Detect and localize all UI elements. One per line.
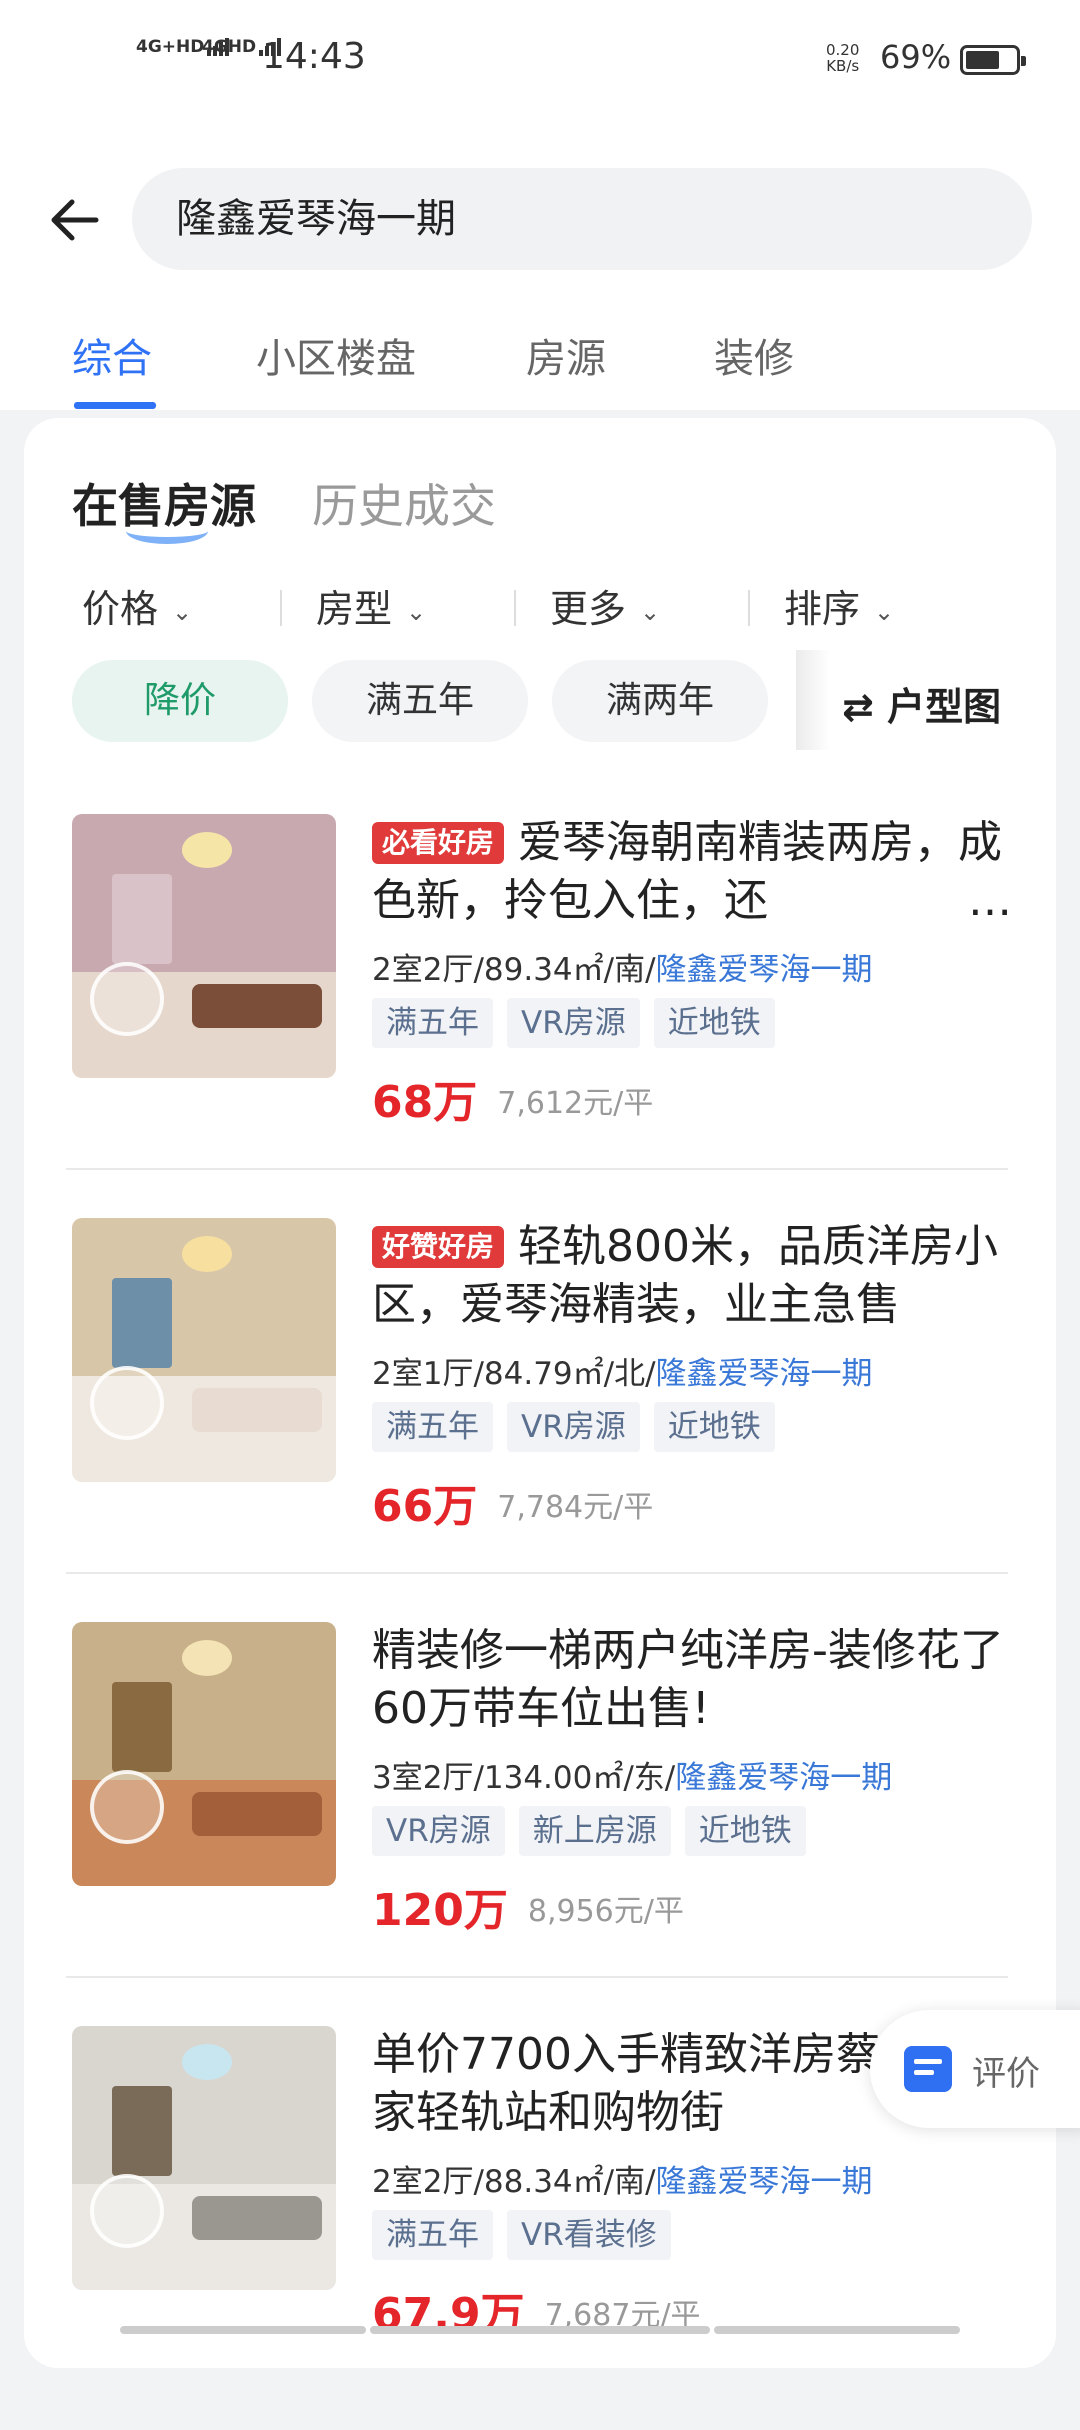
filter-more[interactable]: 更多 ⌄ [550,578,660,633]
divider [280,590,282,626]
listing-title: 精装修一梯两户纯洋房-装修花了60万带车位出售! [372,1625,1004,1734]
scroll-indicator [370,2326,710,2334]
chevron-down-icon: ⌄ [172,597,193,626]
community-link[interactable]: 隆鑫爱琴海一期 [656,1356,873,1392]
review-label: 评价 [972,2054,1040,2094]
scroll-indicator [120,2326,366,2334]
listing-info: 3室2厅/134.00㎡/东/隆鑫爱琴海一期 [372,1760,893,1796]
tag: 近地铁 [684,1806,806,1856]
tag: 新上房源 [518,1806,671,1856]
chat-icon [904,2046,952,2092]
scroll-indicator [714,2326,960,2334]
chevron-down-icon: ⌄ [406,597,427,626]
divider [66,1168,1008,1170]
status-bar: 4G+HD 4GHD 14:43 0.20 KB/s 69% [0,0,1080,120]
tag-list: 满五年 VR看装修 [372,2210,685,2260]
listing-title: 好赞好房 轻轨800米，品质洋房小区，爱琴海精装，业主急售 [372,1221,998,1330]
vr-icon [90,1366,164,1440]
filter-sort[interactable]: 排序 ⌄ [784,578,894,633]
filter-price[interactable]: 价格 ⌄ [82,578,192,633]
divider [66,1572,1008,1574]
community-link[interactable]: 隆鑫爱琴海一期 [656,952,873,988]
vr-icon [90,1770,164,1844]
listing-photo [72,814,336,1078]
active-subtab-indicator [126,518,208,544]
tag-list: 满五年 VR房源 近地铁 [372,998,789,1048]
community-link[interactable]: 隆鑫爱琴海一期 [675,1760,892,1796]
tab-bar: 综合 小区楼盘 房源 装修 [0,316,1080,410]
community-link[interactable]: 隆鑫爱琴海一期 [656,2164,873,2200]
clock: 14:43 [262,36,366,77]
listing-title: 单价7700入手精致洋房蔡家轻轨站和购物街 [372,2029,880,2138]
subtab-history[interactable]: 历史成交 [312,470,496,536]
list-item[interactable]: 必看好房 爱琴海朝南精装两房，成色新，拎包入住，还… 2室2厅/89.34㎡/南/… [0,814,1080,1218]
tab-listings[interactable]: 房源 [526,326,606,384]
tag-list: 满五年 VR房源 近地铁 [372,1402,789,1452]
chip-five-years[interactable]: 满五年 [312,660,528,742]
chip-price-drop[interactable]: 降价 [72,660,288,742]
status-badge: 必看好房 [372,822,505,864]
tag: 近地铁 [653,1402,775,1452]
chip-two-years[interactable]: 满两年 [552,660,768,742]
network-speed: 0.20 KB/s [826,41,860,75]
chevron-down-icon: ⌄ [874,597,895,626]
review-button[interactable]: 评价 [870,2010,1080,2128]
price: 68万 7,612元/平 [372,1077,654,1128]
filter-layout[interactable]: 房型 ⌄ [316,578,426,633]
arrow-left-icon[interactable] [44,190,114,250]
tab-communities[interactable]: 小区楼盘 [256,326,416,384]
tag: VR看装修 [507,2210,671,2260]
battery-icon [960,45,1026,75]
listing-info: 2室2厅/88.34㎡/南/隆鑫爱琴海一期 [372,2164,873,2200]
divider [748,590,750,626]
battery-percent: 69% [880,38,952,76]
listing-title: 必看好房 爱琴海朝南精装两房，成色新，拎包入住，还… [372,814,1012,930]
divider [514,590,516,626]
tag: VR房源 [372,1806,505,1856]
floor-plan-button[interactable]: ⇄ 户型图 [842,676,1001,731]
price: 66万 7,784元/平 [372,1481,654,1532]
listing-photo [72,1622,336,1886]
tag-list: VR房源 新上房源 近地铁 [372,1806,820,1856]
tag: 满五年 [372,1402,493,1452]
tab-overview[interactable]: 综合 [72,326,152,384]
listing-info: 2室1厅/84.79㎡/北/隆鑫爱琴海一期 [372,1356,873,1392]
tag: VR房源 [507,998,640,1048]
list-item[interactable]: 好赞好房 轻轨800米，品质洋房小区，爱琴海精装，业主急售 2室1厅/84.79㎡… [0,1218,1080,1622]
scroll-fade [796,650,830,750]
search-input[interactable]: 隆鑫爱琴海一期 [132,168,1032,270]
listing-info: 2室2厅/89.34㎡/南/隆鑫爱琴海一期 [372,952,873,988]
tag: 近地铁 [653,998,775,1048]
price: 120万 8,956元/平 [372,1885,684,1936]
vr-icon [90,2174,164,2248]
chevron-down-icon: ⌄ [640,597,661,626]
listing-photo [72,1218,336,1482]
tag: VR房源 [507,1402,640,1452]
active-tab-indicator [74,402,156,409]
tag: 满五年 [372,2210,493,2260]
divider [66,1976,1008,1978]
vr-icon [90,962,164,1036]
tab-renovation[interactable]: 装修 [714,326,794,384]
list-item[interactable]: 精装修一梯两户纯洋房-装修花了60万带车位出售! 3室2厅/134.00㎡/东/… [0,1622,1080,2026]
listing-photo [72,2026,336,2290]
tag: 满五年 [372,998,493,1048]
status-badge: 好赞好房 [372,1226,505,1268]
